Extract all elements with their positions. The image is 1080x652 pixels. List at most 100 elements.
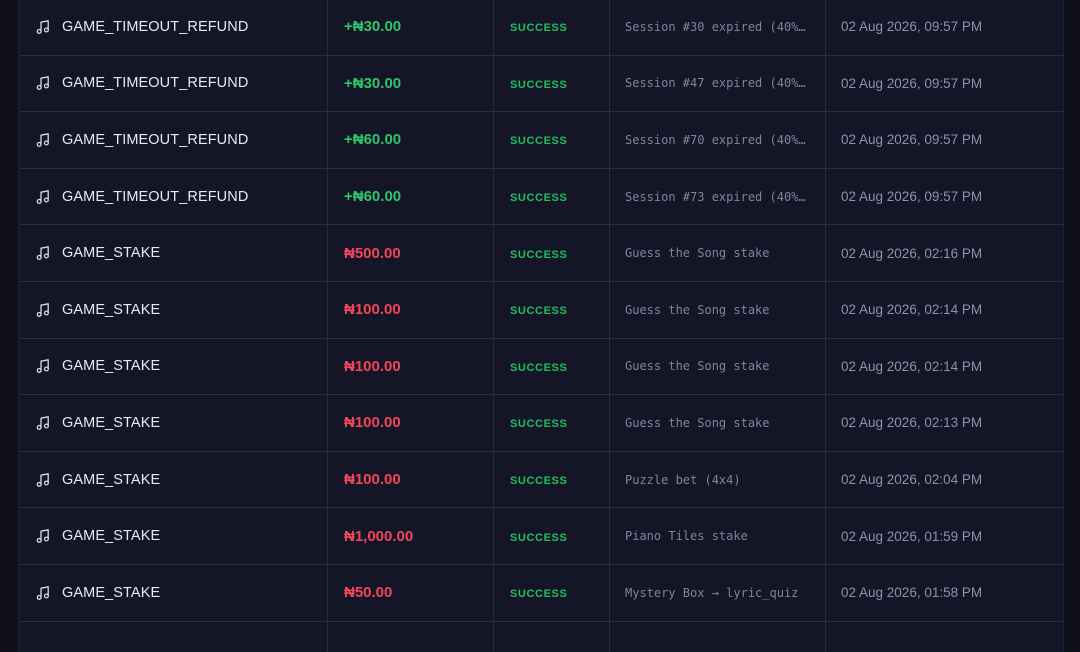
table-row[interactable]: GAME_TIMEOUT_REFUND +₦60.00 SUCCESS Sess… <box>19 112 1063 169</box>
transaction-amount: ₦100.00 <box>344 301 401 319</box>
empty-cell <box>19 621 328 652</box>
status-badge: SUCCESS <box>510 475 568 488</box>
date-cell: 02 Aug 2026, 09:57 PM <box>826 112 1063 168</box>
status-badge: SUCCESS <box>510 418 568 431</box>
table-row[interactable]: GAME_TIMEOUT_REFUND +₦60.00 SUCCESS Sess… <box>19 168 1063 226</box>
amount-cell: ₦100.00 <box>328 395 494 451</box>
transaction-type: GAME_STAKE <box>62 358 161 375</box>
type-cell: GAME_TIMEOUT_REFUND <box>19 55 328 112</box>
transaction-date: 02 Aug 2026, 09:57 PM <box>841 189 983 205</box>
amount-cell: +₦30.00 <box>328 0 494 55</box>
transaction-description: Session #73 expired (40%… <box>625 189 806 204</box>
type-cell: GAME_STAKE <box>19 451 328 508</box>
transaction-description: Session #70 expired (40%… <box>625 132 806 147</box>
date-cell: 02 Aug 2026, 01:59 PM <box>826 508 1063 564</box>
amount-cell: +₦60.00 <box>328 168 494 225</box>
date-cell: 02 Aug 2026, 01:58 PM <box>826 565 1063 621</box>
transaction-type: GAME_STAKE <box>62 301 161 318</box>
transaction-amount: +₦60.00 <box>344 188 402 206</box>
music-note-icon <box>35 132 51 148</box>
music-note-icon <box>35 75 51 91</box>
table-row[interactable]: GAME_TIMEOUT_REFUND +₦30.00 SUCCESS Sess… <box>19 0 1063 56</box>
status-cell: SUCCESS <box>494 395 610 451</box>
music-note-icon <box>35 245 51 261</box>
table-row[interactable]: GAME_STAKE ₦500.00 SUCCESS Guess the Son… <box>19 225 1063 282</box>
transaction-date: 02 Aug 2026, 09:57 PM <box>841 19 983 35</box>
transaction-type: GAME_STAKE <box>62 471 161 488</box>
table-row[interactable]: GAME_STAKE ₦100.00 SUCCESS Puzzle bet (4… <box>19 451 1063 509</box>
transaction-description: Piano Tiles stake <box>625 529 748 544</box>
type-cell: GAME_STAKE <box>19 281 328 338</box>
transaction-date: 02 Aug 2026, 01:58 PM <box>841 585 983 601</box>
transaction-date: 02 Aug 2026, 02:16 PM <box>841 245 983 261</box>
status-badge: SUCCESS <box>510 531 568 544</box>
amount-cell: ₦50.00 <box>328 564 494 621</box>
status-cell: SUCCESS <box>494 564 610 621</box>
transaction-description: Mystery Box → lyric_quiz <box>625 585 799 600</box>
date-cell: 02 Aug 2026, 09:57 PM <box>826 169 1063 225</box>
type-cell: GAME_TIMEOUT_REFUND <box>19 168 328 225</box>
transaction-amount: ₦100.00 <box>344 471 401 489</box>
transaction-type: GAME_TIMEOUT_REFUND <box>62 18 249 35</box>
transactions-view: GAME_TIMEOUT_REFUND +₦30.00 SUCCESS Sess… <box>0 0 1080 652</box>
transaction-type: GAME_TIMEOUT_REFUND <box>62 131 249 148</box>
transaction-description: Guess the Song stake <box>625 415 770 430</box>
transaction-type: GAME_STAKE <box>62 245 161 262</box>
status-cell: SUCCESS <box>494 112 610 168</box>
status-badge: SUCCESS <box>510 305 568 318</box>
date-cell: 02 Aug 2026, 02:14 PM <box>826 339 1063 395</box>
table-row[interactable]: GAME_STAKE ₦50.00 SUCCESS Mystery Box → … <box>19 564 1063 622</box>
type-cell: GAME_STAKE <box>19 225 328 281</box>
transaction-date: 02 Aug 2026, 02:14 PM <box>841 302 983 318</box>
amount-cell: ₦100.00 <box>328 338 494 395</box>
table-row-partial <box>19 621 1063 652</box>
type-cell: GAME_STAKE <box>19 564 328 621</box>
table-row[interactable]: GAME_STAKE ₦1,000.00 SUCCESS Piano Tiles… <box>19 508 1063 565</box>
type-cell: GAME_STAKE <box>19 508 328 564</box>
status-cell: SUCCESS <box>494 168 610 225</box>
transaction-date: 02 Aug 2026, 02:13 PM <box>841 415 983 431</box>
status-cell: SUCCESS <box>494 225 610 281</box>
status-cell: SUCCESS <box>494 55 610 112</box>
table-row[interactable]: GAME_STAKE ₦100.00 SUCCESS Guess the Son… <box>19 281 1063 339</box>
date-cell: 02 Aug 2026, 02:14 PM <box>826 282 1063 338</box>
table-row[interactable]: GAME_TIMEOUT_REFUND +₦30.00 SUCCESS Sess… <box>19 55 1063 113</box>
amount-cell: +₦60.00 <box>328 112 494 168</box>
description-cell: Session #47 expired (40%… <box>610 55 826 112</box>
amount-cell: ₦1,000.00 <box>328 508 494 564</box>
transaction-type: GAME_STAKE <box>62 414 161 431</box>
music-note-icon <box>35 19 51 35</box>
transaction-description: Guess the Song stake <box>625 246 770 261</box>
table-row[interactable]: GAME_STAKE ₦100.00 SUCCESS Guess the Son… <box>19 395 1063 452</box>
status-badge: SUCCESS <box>510 361 568 374</box>
music-note-icon <box>35 189 51 205</box>
status-badge: SUCCESS <box>510 192 568 205</box>
date-cell: 02 Aug 2026, 02:16 PM <box>826 225 1063 281</box>
status-badge: SUCCESS <box>510 78 568 91</box>
transaction-type: GAME_STAKE <box>62 528 161 545</box>
type-cell: GAME_TIMEOUT_REFUND <box>19 112 328 168</box>
transaction-amount: ₦100.00 <box>344 414 401 432</box>
transaction-amount: +₦30.00 <box>344 18 402 36</box>
status-badge: SUCCESS <box>510 22 568 35</box>
transaction-description: Session #30 expired (40%… <box>625 19 806 34</box>
empty-cell <box>328 621 494 652</box>
transaction-amount: +₦60.00 <box>344 131 402 149</box>
date-cell: 02 Aug 2026, 02:04 PM <box>826 452 1063 508</box>
type-cell: GAME_STAKE <box>19 338 328 395</box>
music-note-icon <box>35 585 51 601</box>
empty-cell <box>610 621 826 652</box>
transaction-date: 02 Aug 2026, 02:04 PM <box>841 472 983 488</box>
transaction-description: Guess the Song stake <box>625 359 770 374</box>
transaction-amount: ₦50.00 <box>344 584 393 602</box>
table-row[interactable]: GAME_STAKE ₦100.00 SUCCESS Guess the Son… <box>19 338 1063 396</box>
transaction-date: 02 Aug 2026, 02:14 PM <box>841 358 983 374</box>
transaction-description: Session #47 expired (40%… <box>625 76 806 91</box>
description-cell: Session #73 expired (40%… <box>610 168 826 225</box>
transaction-date: 02 Aug 2026, 09:57 PM <box>841 75 983 91</box>
amount-cell: ₦100.00 <box>328 451 494 508</box>
description-cell: Guess the Song stake <box>610 338 826 395</box>
transaction-amount: ₦1,000.00 <box>344 527 414 545</box>
description-cell: Guess the Song stake <box>610 225 826 281</box>
date-cell: 02 Aug 2026, 09:57 PM <box>826 0 1063 55</box>
